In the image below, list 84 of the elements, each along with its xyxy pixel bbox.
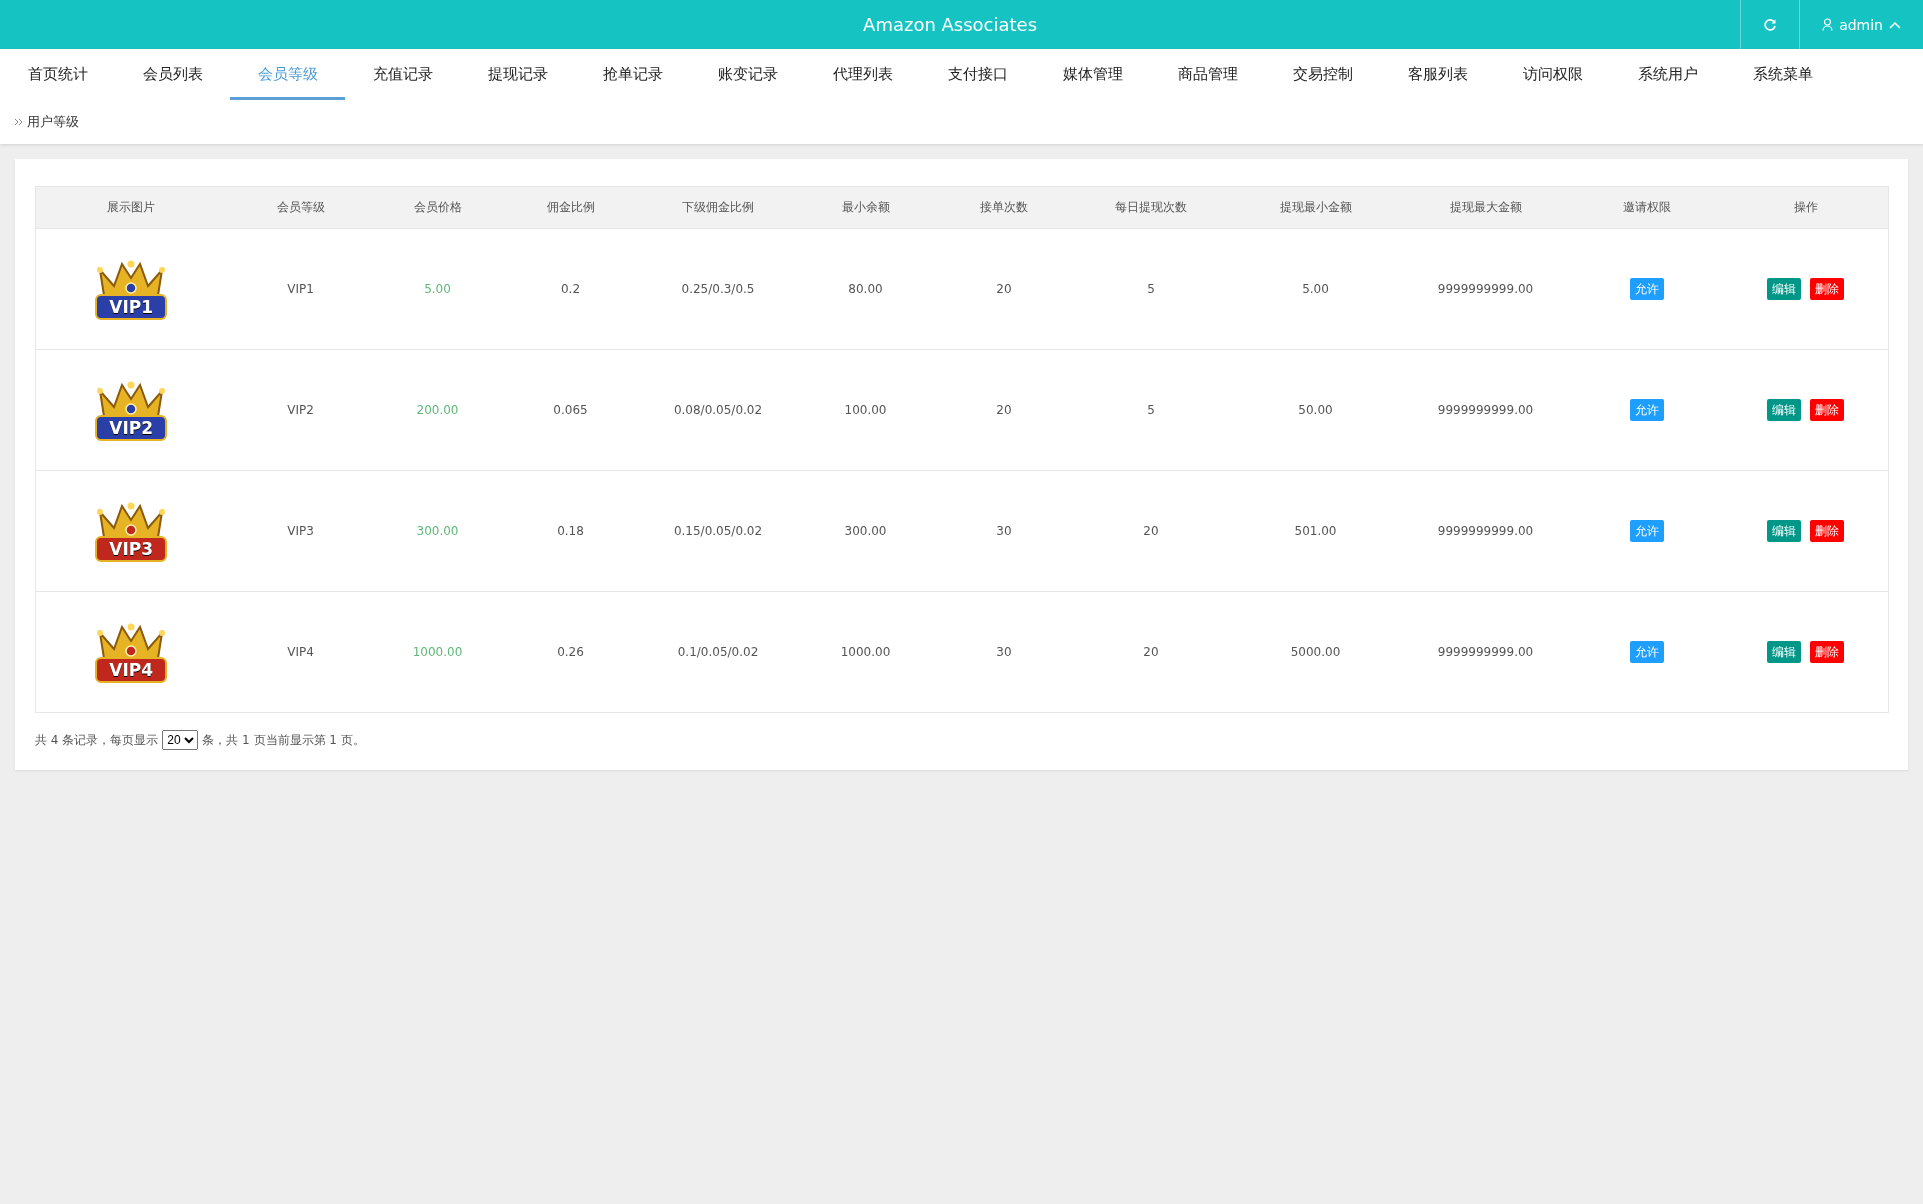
table-cell: 501.00 [1229, 470, 1402, 592]
nav-tab[interactable]: 客服列表 [1380, 52, 1495, 100]
column-header: 邀请权限 [1569, 186, 1724, 229]
nav-tab[interactable]: 交易控制 [1265, 52, 1380, 100]
table-cell: 20 [1072, 591, 1230, 713]
edit-button[interactable]: 编辑 [1767, 278, 1802, 300]
user-icon [1822, 18, 1834, 31]
nav-tab[interactable]: 提现记录 [460, 52, 575, 100]
page-size-select[interactable]: 20 [162, 730, 199, 750]
delete-button[interactable]: 删除 [1810, 520, 1845, 542]
nav-tab[interactable]: 支付接口 [920, 52, 1035, 100]
edit-button[interactable]: 编辑 [1767, 520, 1802, 542]
table-cell: 300.00 [374, 470, 501, 592]
nav-tab[interactable]: 代理列表 [805, 52, 920, 100]
table-cell: 9999999999.00 [1401, 228, 1570, 350]
table-cell: 0.2 [500, 228, 641, 350]
nav-tab[interactable]: 访问权限 [1495, 52, 1610, 100]
edit-button[interactable]: 编辑 [1767, 641, 1802, 663]
nav-tab[interactable]: 首页统计 [0, 52, 115, 100]
table-cell: 0.08/0.05/0.02 [640, 349, 796, 471]
table-cell: 30 [935, 591, 1073, 713]
table-cell: 50.00 [1229, 349, 1402, 471]
column-header: 会员价格 [374, 186, 501, 229]
vip-ribbon: VIP1 [95, 294, 168, 320]
vip-ribbon: VIP2 [95, 415, 168, 441]
table-cell: 30 [935, 470, 1073, 592]
column-header: 操作 [1723, 186, 1889, 229]
breadcrumb: 用户等级 [27, 113, 79, 131]
table-cell: 0.1/0.05/0.02 [640, 591, 796, 713]
column-header: 会员等级 [226, 186, 375, 229]
nav-tab[interactable]: 抢单记录 [575, 52, 690, 100]
caret-icon [1889, 20, 1901, 29]
table-cell: 5 [1072, 228, 1230, 350]
refresh-icon [1763, 17, 1778, 32]
table-cell: 1000.00 [374, 591, 501, 713]
table-cell: 9999999999.00 [1401, 591, 1570, 713]
delete-button[interactable]: 删除 [1810, 641, 1845, 663]
table-cell: 5.00 [374, 228, 501, 350]
column-header: 每日提现次数 [1072, 186, 1230, 229]
column-header: 提现最大金额 [1401, 186, 1570, 229]
table-cell: 0.15/0.05/0.02 [640, 470, 796, 592]
column-header: 展示图片 [35, 186, 227, 229]
chevron-icon [14, 118, 23, 126]
table-cell: 300.00 [795, 470, 936, 592]
table-cell: 80.00 [795, 228, 936, 350]
nav-tab[interactable]: 系统菜单 [1725, 52, 1840, 100]
table-cell: 200.00 [374, 349, 501, 471]
column-header: 下级佣金比例 [640, 186, 796, 229]
vip-ribbon: VIP4 [95, 657, 168, 683]
table-cell: 5000.00 [1229, 591, 1402, 713]
table-cell: 0.065 [500, 349, 641, 471]
column-header: 接单次数 [935, 186, 1073, 229]
delete-button[interactable]: 删除 [1810, 399, 1845, 421]
edit-button[interactable]: 编辑 [1767, 399, 1802, 421]
table-cell: 20 [935, 349, 1073, 471]
table-cell: 0.25/0.3/0.5 [640, 228, 796, 350]
vip-ribbon: VIP3 [95, 536, 168, 562]
table-cell: VIP2 [226, 349, 375, 471]
table-cell: 20 [935, 228, 1073, 350]
delete-button[interactable]: 删除 [1810, 278, 1845, 300]
table-cell: 1000.00 [795, 591, 936, 713]
app-title: Amazon Associates [862, 13, 1039, 37]
table-cell: 100.00 [795, 349, 936, 471]
column-header: 佣金比例 [500, 186, 641, 229]
nav-tab[interactable]: 媒体管理 [1035, 52, 1150, 100]
pager-text: 共 4 条记录，每页显示 [35, 731, 159, 749]
nav-tab[interactable]: 账变记录 [690, 52, 805, 100]
table-cell: VIP4 [226, 591, 375, 713]
table-cell: 0.26 [500, 591, 641, 713]
nav-tab[interactable]: 商品管理 [1150, 52, 1265, 100]
table-cell: 5 [1072, 349, 1230, 471]
table-cell: 5.00 [1229, 228, 1402, 350]
table-cell: 9999999999.00 [1401, 349, 1570, 471]
pager-text: 条，共 1 页当前显示第 1 页。 [202, 731, 365, 749]
table-cell: 9999999999.00 [1401, 470, 1570, 592]
table-cell: 20 [1072, 470, 1230, 592]
table-cell: VIP3 [226, 470, 375, 592]
column-header: 最小余额 [795, 186, 936, 229]
column-header: 提现最小金额 [1229, 186, 1402, 229]
nav-tab[interactable]: 系统用户 [1610, 52, 1725, 100]
table-cell: 0.18 [500, 470, 641, 592]
table-cell: VIP1 [226, 228, 375, 350]
nav-tab[interactable]: 充值记录 [345, 52, 460, 100]
nav-tab[interactable]: 会员列表 [115, 52, 230, 100]
